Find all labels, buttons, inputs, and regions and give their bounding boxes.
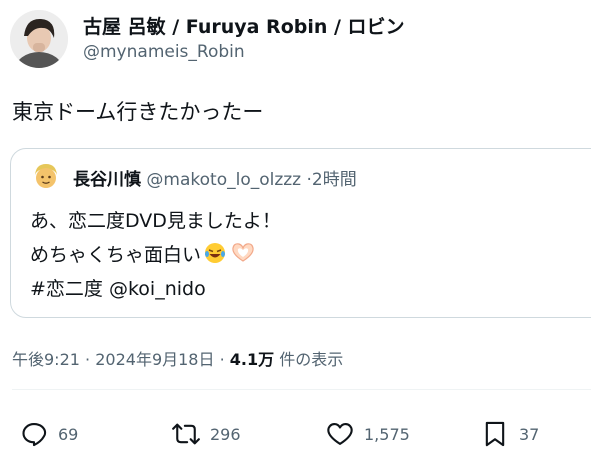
quoted-time[interactable]: 2時間 [312, 170, 357, 190]
repost-button[interactable]: 296 [172, 420, 241, 448]
quoted-text-line-3: #恋二度 @koi_nido [30, 278, 206, 300]
quoted-text-line-2-wrap: めちゃくちゃ面白い [30, 240, 257, 270]
quoted-text-line-1: あ、恋二度DVD見ましたよ！ [30, 210, 281, 232]
bookmark-button[interactable]: 37 [481, 420, 539, 448]
quoted-text-line-2: めちゃくちゃ面白い [30, 244, 202, 266]
meta-separator: · [219, 350, 225, 369]
post-meta: 午後9:21 · 2024年9月18日 · 4.1万 件の表示 [12, 346, 343, 370]
quoted-post-card[interactable]: 長谷川慎 @makoto_lo_olzzz ·2時間 あ、恋二度DVD見ましたよ… [10, 148, 591, 318]
laughing-emoji-icon [203, 241, 227, 270]
views-label: 件の表示 [279, 350, 344, 369]
like-button[interactable]: 1,575 [326, 420, 410, 448]
repost-icon [172, 423, 200, 445]
like-icon [327, 423, 353, 445]
bookmark-icon [485, 421, 505, 447]
heart-hands-emoji-icon [229, 241, 257, 270]
like-count: 1,575 [364, 424, 410, 444]
quoted-handle[interactable]: @makoto_lo_olzzz [146, 170, 301, 190]
post-date[interactable]: 2024年9月18日 [95, 350, 214, 369]
post-text: 東京ドーム行きたかったー [12, 100, 264, 124]
repost-count: 296 [210, 424, 241, 444]
author-avatar[interactable] [10, 10, 68, 68]
author-handle[interactable]: @mynameis_Robin [83, 42, 245, 62]
author-display-name[interactable]: 古屋 呂敏 / Furuya Robin / ロビン [83, 12, 405, 39]
quoted-author-avatar[interactable] [30, 160, 62, 192]
reply-count: 69 [58, 424, 79, 444]
views-count: 4.1万 [229, 350, 275, 369]
bookmark-count: 37 [519, 424, 540, 444]
meta-separator: · [85, 350, 91, 369]
divider [12, 389, 591, 390]
reply-icon [22, 423, 47, 447]
quoted-post-header: 長谷川慎 @makoto_lo_olzzz ·2時間 [73, 165, 357, 190]
post-time[interactable]: 午後9:21 [12, 350, 80, 369]
quoted-display-name[interactable]: 長谷川慎 [73, 170, 141, 190]
reply-button[interactable]: 69 [20, 420, 78, 448]
